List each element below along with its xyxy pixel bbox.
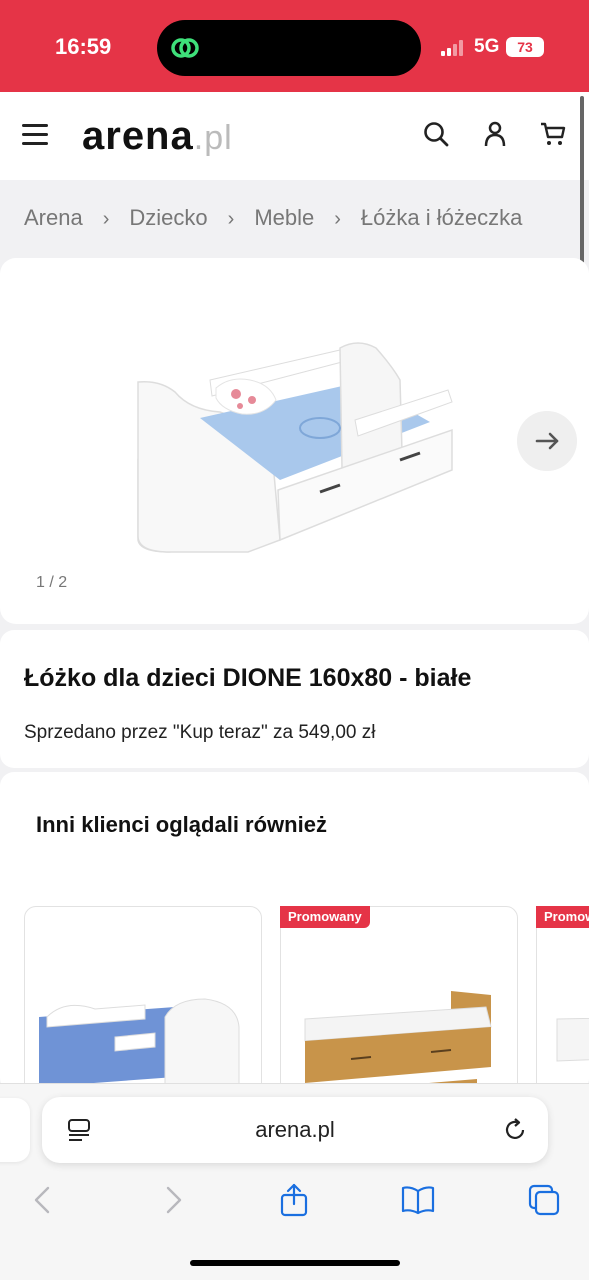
status-time: 16:59 <box>55 34 112 59</box>
breadcrumb-item-dziecko[interactable]: Dziecko <box>129 205 207 230</box>
search-icon[interactable] <box>422 120 450 148</box>
network-label: 5G <box>474 36 500 57</box>
forward-icon[interactable] <box>154 1182 190 1218</box>
menu-icon[interactable] <box>22 124 48 146</box>
breadcrumb-separator: › <box>334 208 341 230</box>
bookmarks-icon[interactable] <box>400 1182 436 1218</box>
recommendations-title: Inni klienci oglądali również <box>36 812 327 837</box>
breadcrumb-separator: › <box>227 208 235 230</box>
previous-tab-preview[interactable] <box>0 1098 30 1162</box>
product-title: Łóżko dla dzieci DIONE 160x80 - białe <box>24 664 472 692</box>
product-image[interactable] <box>130 340 464 556</box>
back-icon[interactable] <box>26 1182 62 1218</box>
tabs-icon[interactable] <box>526 1182 562 1218</box>
breadcrumb-separator: › <box>102 208 110 230</box>
product-card[interactable] <box>280 906 518 1092</box>
product-card-image <box>304 991 492 1092</box>
battery-icon: 73 <box>506 37 544 57</box>
seller-price-text: Sprzedano przez "Kup teraz" za 549,00 zł <box>24 722 376 743</box>
promoted-badge: Promowany <box>280 906 370 928</box>
link-activity-icon <box>171 38 199 58</box>
signal-icon <box>441 40 463 56</box>
breadcrumb-item-beds[interactable]: Łóżka i łóżeczka <box>361 205 522 230</box>
reload-icon[interactable] <box>502 1117 528 1143</box>
product-gallery: 1 / 2 <box>0 258 589 624</box>
breadcrumb-item-meble[interactable]: Meble <box>254 205 314 230</box>
breadcrumb: Arena › Dziecko › Meble › Łóżka i łóżeczka <box>24 205 522 231</box>
browser-toolbar: arena.pl <box>0 1083 589 1280</box>
recommendations-section: Inni klienci oglądali również Promowany … <box>0 772 589 1092</box>
product-card[interactable] <box>24 906 262 1092</box>
site-header: arena.pl <box>0 92 589 180</box>
dynamic-island <box>157 20 421 76</box>
gallery-pager: 1 / 2 <box>36 574 68 591</box>
product-info: Łóżko dla dzieci DIONE 160x80 - białe Sp… <box>0 630 589 768</box>
home-indicator[interactable] <box>190 1260 400 1266</box>
address-bar[interactable]: arena.pl <box>42 1097 548 1163</box>
status-bar: 16:59 5G 73 <box>0 0 589 92</box>
site-logo[interactable]: arena.pl <box>82 114 233 158</box>
logo-main-text: arena <box>82 114 194 158</box>
url-text: arena.pl <box>255 1117 335 1142</box>
cart-icon[interactable] <box>539 120 567 148</box>
breadcrumb-item-arena[interactable]: Arena <box>24 205 83 230</box>
logo-tld-text: .pl <box>193 119 233 157</box>
gallery-next-button[interactable] <box>517 411 577 471</box>
product-card[interactable] <box>536 906 589 1092</box>
page-scrollbar[interactable] <box>580 96 584 266</box>
product-card-image <box>556 1017 589 1062</box>
product-card-image <box>39 998 240 1088</box>
promoted-badge: Promowany <box>536 906 589 928</box>
user-icon[interactable] <box>481 120 509 148</box>
share-icon[interactable] <box>276 1182 312 1218</box>
